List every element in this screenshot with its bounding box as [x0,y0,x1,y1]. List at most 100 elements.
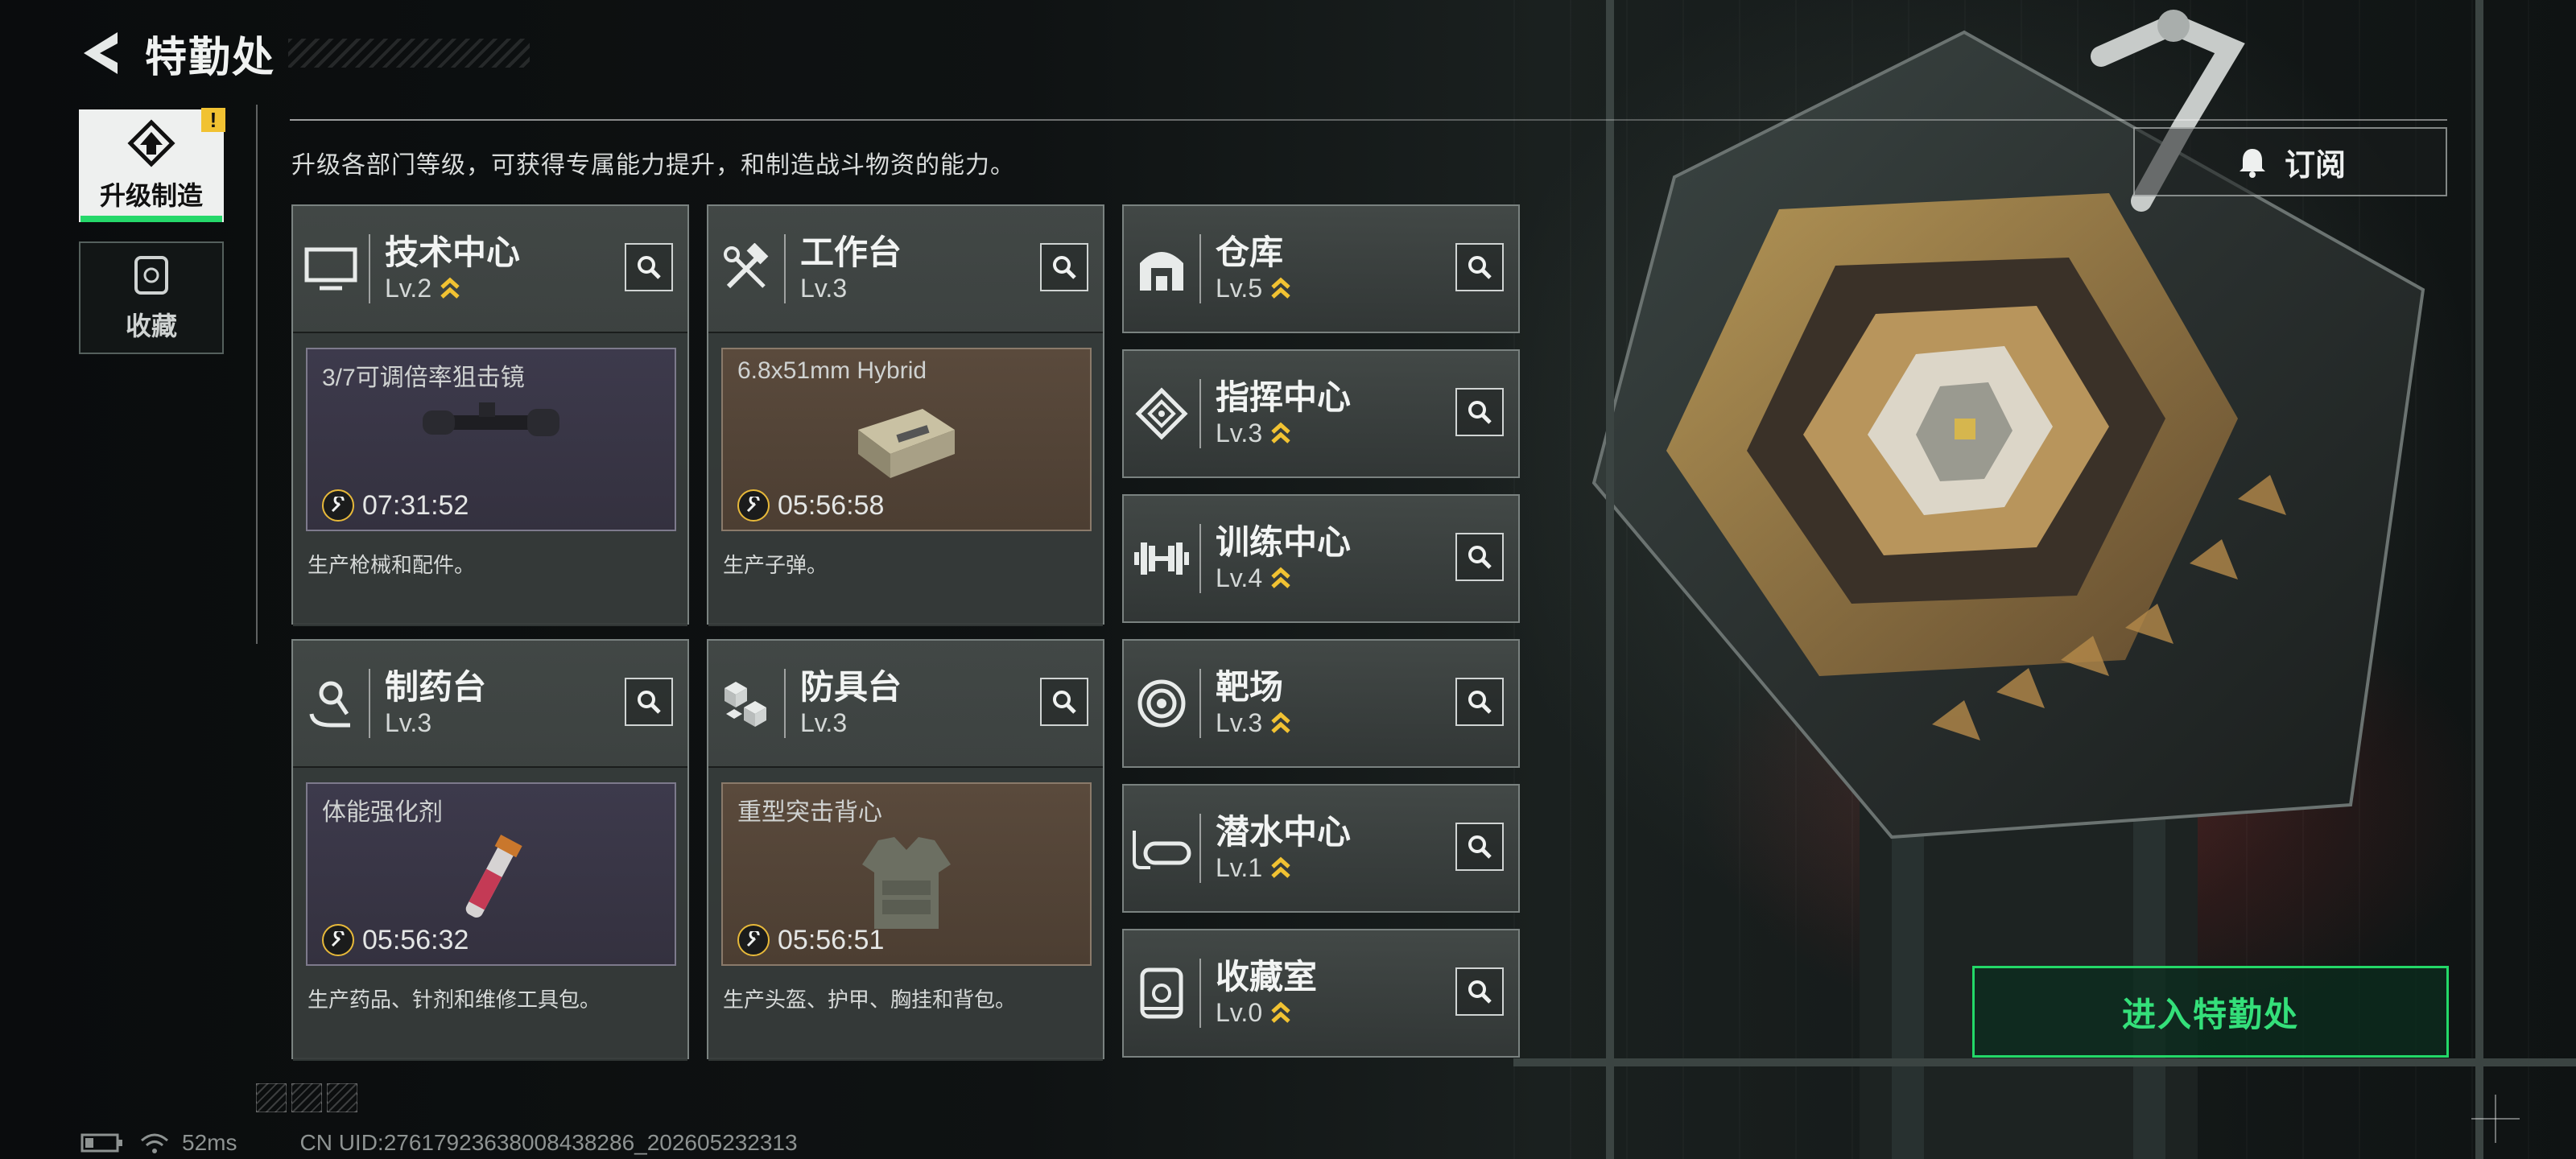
facility-name: 仓库 [1216,233,1284,271]
status-bar: 52ms CN UID:276179236380084382​86_202605… [80,1130,798,1156]
facility-description: 生产头盔、护甲、胸挂和背包。 [723,988,1017,1012]
facility-search-button[interactable] [1455,243,1504,291]
collection-room-icon [1124,930,1199,1056]
production-slot[interactable]: 重型突击背心 05:56:51 [721,782,1092,966]
tab-upgrade-label: 升级制造 [99,181,203,210]
card-separator [1199,379,1201,448]
upgrade-arrow-icon [127,119,175,167]
facility-level: Lv.0 [1216,996,1317,1029]
level-text: Lv.1 [1216,853,1263,882]
page-description: 升级各部门等级，可获得专属能力提升，和制造战斗物资的能力。 [291,152,1015,179]
top-divider [290,119,2447,121]
bell-icon [2239,149,2265,178]
facility-description: 生产子弹。 [723,553,828,577]
enter-special-ops-button[interactable]: 进入特勤处 [1972,966,2449,1058]
facility-card-pharmacy[interactable]: 制药台 Lv.3 体能强化剂 05:56:32 生产药品、针剂和维修工具包。 [291,639,689,1061]
tab-collection[interactable]: 收藏 [79,241,224,354]
production-timer: 07:31:52 [322,489,469,522]
card-separator [1199,669,1201,738]
facility-name: 技术中心 [385,233,521,271]
facility-search-button[interactable] [1455,533,1504,581]
facility-card-workbench[interactable]: 工作台 Lv.3 6.8x51mm Hybrid 05:56:58 生产子弹。 [707,204,1104,626]
monitor-icon [293,206,369,332]
facility-level: Lv.2 [385,272,520,304]
card-separator [1199,959,1201,1028]
magnifier-icon [1053,691,1076,714]
ping-text: 52ms [182,1130,237,1155]
facility-card-shooting-range[interactable]: 靶场 Lv.3 [1122,639,1520,768]
production-timer: 05:56:51 [737,924,884,956]
facility-level: Lv.4 [1216,562,1351,594]
facility-search-button[interactable] [1040,678,1088,726]
facility-card-collection-room[interactable]: 收藏室 Lv.0 [1122,929,1520,1058]
wrench-icon [322,924,354,956]
facility-card-diving-center[interactable]: 潜水中心 Lv.1 [1122,784,1520,913]
wrench-icon [737,924,770,956]
facility-name: 训练中心 [1216,523,1352,561]
facility-search-button[interactable] [1455,967,1504,1016]
warehouse-icon [1124,206,1199,332]
magnifier-icon [638,691,661,714]
subscribe-label: 订阅 [2284,148,2346,183]
facility-search-button[interactable] [1455,678,1504,726]
diving-mask-icon [1124,786,1199,911]
nav-divider [256,105,258,644]
facility-name: 潜水中心 [1216,813,1352,851]
facility-description: 生产枪械和配件。 [308,553,476,577]
product-name: 6.8x51mm Hybrid [737,357,927,384]
card-separator [369,234,370,303]
subscribe-button[interactable]: 订阅 [2133,127,2447,196]
level-text: Lv.0 [1216,998,1263,1027]
battery-icon [80,1133,122,1153]
facility-name: 靶场 [1216,668,1284,706]
production-slot[interactable]: 3/7可调倍率狙击镜 07:31:52 [306,348,676,531]
magnifier-icon [1468,691,1492,714]
facility-search-button[interactable] [625,243,673,291]
collection-box-icon [134,256,168,295]
target-icon [1124,641,1199,766]
facility-card-training-center[interactable]: 训练中心 Lv.4 [1122,494,1520,623]
card-separator [369,669,370,738]
facility-level: Lv.3 [1216,417,1351,449]
magnifier-icon [1053,256,1076,279]
upgrade-chevron-icon [1271,567,1290,588]
level-text: Lv.5 [1216,274,1263,303]
level-text: Lv.4 [1216,563,1263,592]
upgrade-chevron-icon [440,277,460,299]
production-slot[interactable]: 6.8x51mm Hybrid 05:56:58 [721,348,1092,531]
magnifier-icon [1468,835,1492,859]
magnifier-icon [1468,401,1492,424]
back-button[interactable] [77,25,126,81]
facility-card-tech-center[interactable]: 技术中心 Lv.2 3/7可调倍率狙击镜 07:31:52 生产枪械和配件。 [291,204,689,626]
back-arrow-icon [84,32,118,74]
timer-text: 07:31:52 [362,489,469,521]
production-timer: 05:56:58 [737,489,884,522]
facility-level: Lv.3 [800,272,902,304]
facility-description: 生产药品、针剂和维修工具包。 [308,988,601,1012]
upgrade-chevron-icon [1271,711,1290,733]
hammer-wrench-icon [708,206,784,332]
facility-search-button[interactable] [1455,823,1504,871]
facility-search-button[interactable] [1040,243,1088,291]
bottom-decoration [256,1083,361,1112]
facility-card-command-center[interactable]: 指挥中心 Lv.3 [1122,349,1520,478]
level-text: Lv.3 [800,274,848,303]
facility-level: Lv.5 [1216,272,1291,304]
facility-search-button[interactable] [625,678,673,726]
vest-image [723,832,1090,937]
page-title: 特勤处 [145,34,276,81]
magnifier-icon [638,256,661,279]
facility-card-armor-bench[interactable]: 防具台 Lv.3 重型突击背心 05:56:51 生产头盔、护甲、胸挂和背包。 [707,639,1104,1061]
facility-level: Lv.3 [385,707,486,739]
production-timer: 05:56:32 [322,924,469,956]
facility-card-warehouse[interactable]: 仓库 Lv.5 [1122,204,1520,333]
wrench-icon [322,489,354,522]
production-slot[interactable]: 体能强化剂 05:56:32 [306,782,676,966]
product-name: 3/7可调倍率狙击镜 [322,365,525,391]
upgrade-chevron-icon [1271,856,1290,878]
facility-search-button[interactable] [1455,388,1504,436]
level-text: Lv.3 [1216,419,1263,448]
page-header: 特勤处 [77,21,530,85]
upgrade-chevron-icon [1271,422,1290,443]
card-separator [1199,524,1201,593]
